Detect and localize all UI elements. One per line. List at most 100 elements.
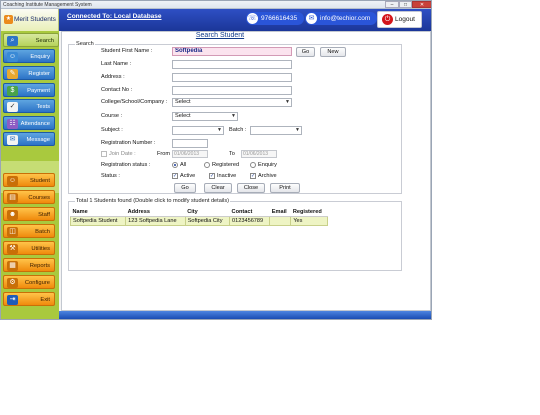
table-cell-registered: Yes [290, 216, 328, 226]
message-icon: ✉ [7, 135, 18, 145]
course-label: Course : [101, 113, 123, 119]
contact-label: Contact No : [101, 87, 133, 93]
search-icon: ⌕ [7, 36, 18, 46]
sidebar-item-attendance[interactable]: ☷ Attendance [3, 116, 55, 130]
maximize-button[interactable]: □ [399, 1, 412, 8]
page-title: Search Student [195, 32, 245, 39]
sidebar-item-configure[interactable]: ⚙ Configure [3, 275, 55, 289]
results-table: Name Address City Contact Email Register… [69, 208, 328, 226]
column-header[interactable]: Email [269, 208, 291, 217]
status-archive-checkbox[interactable]: ✓ [250, 173, 256, 179]
sidebar-item-label: Configure [24, 280, 50, 286]
app-logo-icon: ★ [4, 15, 13, 24]
address-input[interactable] [172, 73, 292, 82]
college-select[interactable]: Select ▼ [172, 98, 292, 107]
sidebar-item-label: Attendance [20, 121, 50, 127]
reg-status-enquiry-label: Enquiry [258, 162, 277, 168]
go-search-button[interactable]: Go [296, 47, 315, 57]
sidebar-item-enquiry[interactable]: ☺ Enquiry [3, 49, 55, 63]
reg-status-registered-radio[interactable] [204, 162, 210, 168]
status-inactive-label: Inactive [217, 173, 237, 179]
college-label: College/School/Company : [101, 99, 168, 105]
reg-status-enquiry-radio[interactable] [250, 162, 256, 168]
reg-status-label: Registration status : [101, 162, 151, 168]
print-button[interactable]: Print [270, 183, 300, 193]
sidebar-item-tests[interactable]: ✓ Tests [3, 99, 55, 113]
utilities-icon: ⚒ [7, 244, 18, 254]
column-header[interactable]: Registered [290, 208, 328, 217]
tests-icon: ✓ [7, 102, 18, 112]
sidebar-item-utilities[interactable]: ⚒ Utilities [3, 241, 55, 255]
sidebar-item-label: Batch [35, 229, 50, 235]
courses-icon: ▤ [7, 193, 18, 203]
phone-icon: ☏ [247, 13, 258, 24]
main-content: Search Student Search Student First Name… [61, 31, 431, 311]
sidebar-item-reports[interactable]: ▦ Reports [3, 258, 55, 272]
from-label: From [157, 151, 171, 157]
clear-button[interactable]: Clear [204, 183, 232, 193]
sidebar-item-courses[interactable]: ▤ Courses [3, 190, 55, 204]
new-student-button[interactable]: New [320, 47, 346, 57]
from-date-picker[interactable]: 01/06/2013 [172, 150, 208, 158]
close-button[interactable]: Close [237, 183, 265, 193]
go-button[interactable]: Go [174, 183, 196, 193]
sidebar-item-label: Search [35, 38, 54, 44]
table-cell-name: Softpedia Student [69, 216, 127, 226]
sidebar-item-label: Register [28, 71, 50, 77]
first-name-input[interactable]: Softpedia [172, 47, 292, 56]
batch-icon: ◫ [7, 227, 18, 237]
status-active-checkbox[interactable]: ✓ [172, 173, 178, 179]
register-icon: ✎ [7, 69, 18, 79]
connection-status: Connected To: Local Database [67, 13, 162, 20]
table-row[interactable]: Softpedia Student 123 Softpedia Lane Sof… [69, 216, 328, 226]
payment-icon: $ [7, 86, 18, 96]
brand-name: Merit Students [14, 16, 56, 23]
sidebar-item-label: Enquiry [30, 54, 50, 60]
to-date-picker[interactable]: 01/06/2013 [241, 150, 277, 158]
address-label: Address : [101, 74, 125, 80]
status-inactive-checkbox[interactable]: ✓ [209, 173, 215, 179]
chevron-down-icon: ▼ [285, 99, 290, 105]
sidebar-item-search[interactable]: ⌕ Search [3, 33, 59, 47]
column-header[interactable]: Address [125, 208, 186, 217]
sidebar-item-student[interactable]: ☺ Student [3, 173, 55, 187]
reg-status-all-radio[interactable] [172, 162, 178, 168]
column-header[interactable]: City [185, 208, 230, 217]
batch-label: Batch : [229, 127, 247, 133]
minimize-button[interactable]: – [385, 1, 399, 8]
results-caption: Total 1 Students found (Double click to … [75, 198, 230, 204]
column-header[interactable]: Contact [229, 208, 270, 217]
sidebar-item-label: Staff [38, 212, 50, 218]
reg-number-input[interactable] [172, 139, 208, 148]
header-bar: Connected To: Local Database ☏ 9766616435… [59, 9, 431, 31]
to-label: To [229, 151, 235, 157]
contact-input[interactable] [172, 86, 292, 95]
sidebar-item-register[interactable]: ✎ Register [3, 66, 55, 80]
college-select-value: Select [175, 99, 191, 105]
chevron-down-icon: ▼ [231, 113, 236, 119]
column-header[interactable]: Name [70, 208, 126, 217]
sidebar-item-label: Payment [27, 88, 50, 94]
reg-status-registered-label: Registered [212, 162, 240, 168]
brand-area: ★ Merit Students [1, 9, 59, 31]
sidebar-item-label: Student [30, 178, 50, 184]
sidebar-item-batch[interactable]: ◫ Batch [3, 224, 55, 238]
mail-icon: ✉ [306, 13, 317, 24]
sidebar-item-message[interactable]: ✉ Message [3, 132, 55, 146]
last-name-input[interactable] [172, 60, 292, 69]
staff-icon: ☻ [7, 210, 18, 220]
course-select[interactable]: Select ▼ [172, 112, 238, 121]
close-window-button[interactable]: ✕ [412, 1, 431, 8]
email-contact: ✉ info@techior.com [305, 12, 377, 25]
logout-label: Logout [395, 16, 415, 23]
sidebar-item-staff[interactable]: ☻ Staff [3, 207, 55, 221]
search-group-caption: Search [75, 41, 95, 47]
sidebar-item-exit[interactable]: ⇥ Exit [3, 292, 55, 306]
sidebar-item-payment[interactable]: $ Payment [3, 83, 55, 97]
logout-button[interactable]: ⏻ Logout [377, 11, 422, 28]
title-bar: Coaching Institute Management System – □… [1, 1, 431, 9]
application-window: Coaching Institute Management System – □… [0, 0, 432, 320]
batch-select[interactable]: ▼ [250, 126, 302, 135]
subject-select[interactable]: ▼ [172, 126, 224, 135]
join-date-checkbox[interactable] [101, 151, 107, 157]
